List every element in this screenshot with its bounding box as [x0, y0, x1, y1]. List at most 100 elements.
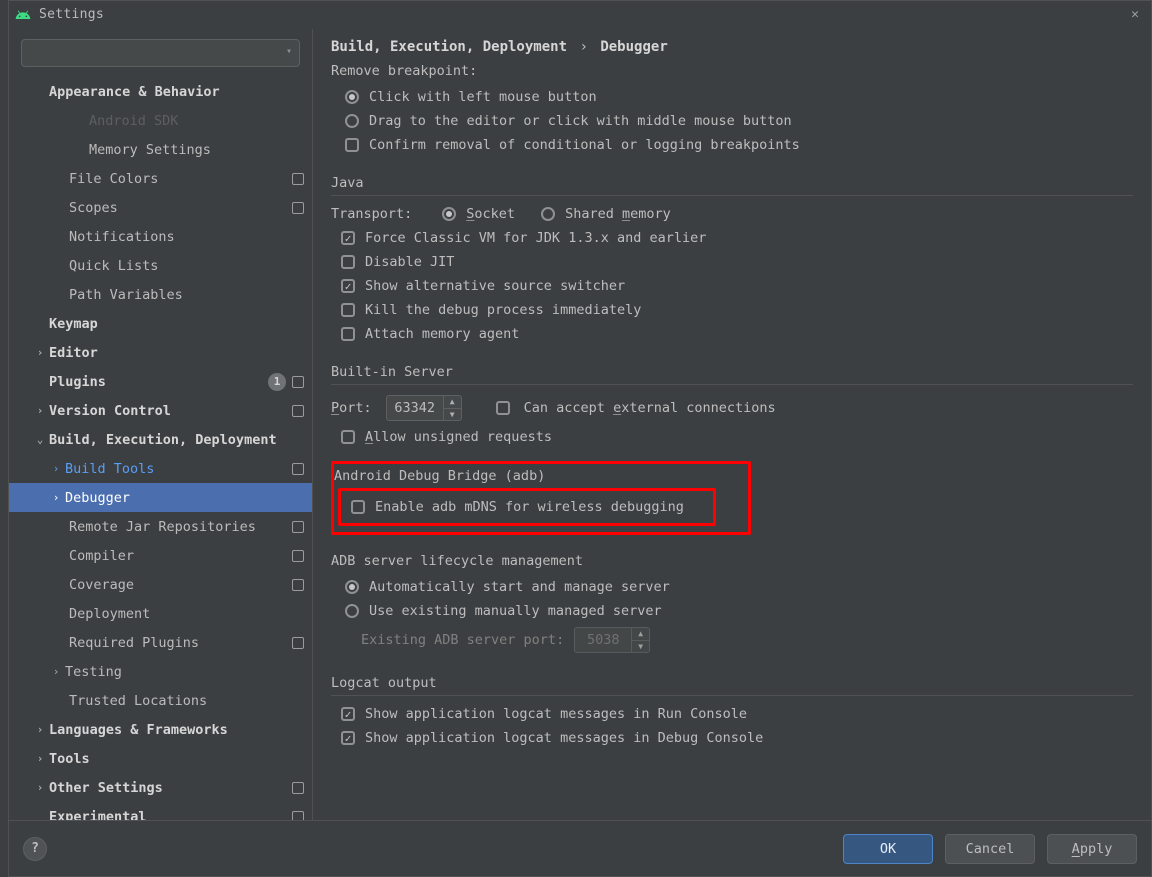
chk-external-conn[interactable] [496, 401, 510, 415]
close-icon[interactable]: ✕ [1125, 5, 1145, 24]
spin-down-icon[interactable]: ▼ [444, 409, 461, 421]
label-adb-auto: Automatically start and manage server [369, 579, 670, 595]
chk-unsigned[interactable] [341, 430, 355, 444]
sidebar-item-vcs[interactable]: ›Version Control [9, 396, 312, 425]
label-shared-memory: Shared memory [565, 206, 671, 222]
port-input[interactable]: ▲▼ [386, 395, 462, 421]
spin-down-icon: ▼ [632, 641, 649, 653]
sidebar-item-appearance[interactable]: Appearance & Behavior [9, 77, 312, 106]
radio-shared-memory[interactable] [541, 207, 555, 221]
sidebar-item-remote-jar[interactable]: Remote Jar Repositories [9, 512, 312, 541]
search-input[interactable] [21, 39, 300, 67]
sidebar-item-file-colors[interactable]: File Colors [9, 164, 312, 193]
help-button[interactable]: ? [23, 837, 47, 861]
breadcrumb-sep: › [579, 39, 587, 55]
dialog-title: Settings [39, 7, 104, 22]
chk-attach-mem[interactable] [341, 327, 355, 341]
adb-port-input: ▲▼ [574, 627, 650, 653]
project-scope-icon [292, 202, 304, 214]
project-scope-icon [292, 637, 304, 649]
label-confirm-removal: Confirm removal of conditional or loggin… [369, 137, 800, 153]
spin-up-icon[interactable]: ▲ [444, 396, 461, 409]
sidebar-item-build-tools[interactable]: ›Build Tools [9, 454, 312, 483]
dialog-footer: ? OK Cancel Apply [9, 820, 1151, 876]
sidebar-item-notifications[interactable]: Notifications [9, 222, 312, 251]
sidebar-item-keymap[interactable]: Keymap [9, 309, 312, 338]
project-scope-icon [292, 782, 304, 794]
ok-button[interactable]: OK [843, 834, 933, 864]
section-remove-breakpoint: Remove breakpoint: [331, 63, 1133, 79]
sidebar-item-other[interactable]: ›Other Settings [9, 773, 312, 802]
label-logcat-debug: Show application logcat messages in Debu… [365, 730, 763, 746]
chk-disable-jit[interactable] [341, 255, 355, 269]
radio-socket[interactable] [442, 207, 456, 221]
section-adb: Android Debug Bridge (adb) [334, 468, 742, 484]
section-adb-lifecycle: ADB server lifecycle management [331, 553, 1133, 569]
label-port: Port: [331, 400, 372, 416]
label-adb-existing: Use existing manually managed server [369, 603, 662, 619]
project-scope-icon [292, 463, 304, 475]
plugins-count-badge: 1 [268, 373, 286, 391]
sidebar-item-bed[interactable]: ⌄Build, Execution, Deployment [9, 425, 312, 454]
sidebar: Q ▾ Appearance & Behavior Android SDK Me… [9, 29, 313, 820]
chk-alt-source[interactable] [341, 279, 355, 293]
chk-confirm-removal[interactable] [345, 138, 359, 152]
chk-kill-debug[interactable] [341, 303, 355, 317]
project-scope-icon [292, 376, 304, 388]
settings-tree[interactable]: Appearance & Behavior Android SDK Memory… [9, 73, 312, 820]
sidebar-item-compiler[interactable]: Compiler [9, 541, 312, 570]
chevron-right-icon: › [33, 346, 47, 359]
chk-enable-mdns[interactable] [351, 500, 365, 514]
label-kill-debug: Kill the debug process immediately [365, 302, 641, 318]
apply-button[interactable]: Apply [1047, 834, 1137, 864]
sidebar-item-languages[interactable]: ›Languages & Frameworks [9, 715, 312, 744]
settings-content[interactable]: Remove breakpoint: Click with left mouse… [313, 59, 1151, 820]
project-scope-icon [292, 811, 304, 821]
chk-logcat-run[interactable] [341, 707, 355, 721]
sidebar-item-path-vars[interactable]: Path Variables [9, 280, 312, 309]
label-force-classic: Force Classic VM for JDK 1.3.x and earli… [365, 230, 706, 246]
sidebar-item-quick-lists[interactable]: Quick Lists [9, 251, 312, 280]
section-server: Built-in Server [331, 364, 1133, 385]
sidebar-item-deployment[interactable]: Deployment [9, 599, 312, 628]
titlebar: Settings ✕ [9, 1, 1151, 29]
sidebar-item-plugins[interactable]: Plugins1 [9, 367, 312, 396]
sidebar-item-memory[interactable]: Memory Settings [9, 135, 312, 164]
label-attach-mem: Attach memory agent [365, 326, 519, 342]
project-scope-icon [292, 550, 304, 562]
search-history-icon[interactable]: ▾ [286, 46, 292, 57]
project-scope-icon [292, 521, 304, 533]
radio-adb-auto[interactable] [345, 580, 359, 594]
sidebar-item-editor[interactable]: ›Editor [9, 338, 312, 367]
highlight-enable-mdns: Enable adb mDNS for wireless debugging [338, 488, 716, 526]
sidebar-item-experimental[interactable]: Experimental [9, 802, 312, 820]
label-transport: Transport: [331, 206, 412, 222]
chevron-right-icon: › [33, 781, 47, 794]
sidebar-item-android-sdk[interactable]: Android SDK [9, 106, 312, 135]
radio-left-click[interactable] [345, 90, 359, 104]
chevron-right-icon: › [49, 462, 63, 475]
sidebar-item-coverage[interactable]: Coverage [9, 570, 312, 599]
sidebar-item-scopes[interactable]: Scopes [9, 193, 312, 222]
cancel-button[interactable]: Cancel [945, 834, 1035, 864]
sidebar-item-testing[interactable]: ›Testing [9, 657, 312, 686]
chevron-right-icon: › [33, 752, 47, 765]
chk-logcat-debug[interactable] [341, 731, 355, 745]
sidebar-item-tools[interactable]: ›Tools [9, 744, 312, 773]
section-logcat: Logcat output [331, 675, 1133, 696]
label-drag-middle: Drag to the editor or click with middle … [369, 113, 792, 129]
label-disable-jit: Disable JIT [365, 254, 454, 270]
label-external-conn: Can accept external connections [524, 400, 776, 416]
android-icon [15, 7, 31, 23]
label-unsigned: Allow unsigned requests [365, 429, 552, 445]
sidebar-item-debugger[interactable]: ›Debugger [9, 483, 312, 512]
chevron-down-icon: ⌄ [33, 433, 47, 446]
sidebar-item-trusted[interactable]: Trusted Locations [9, 686, 312, 715]
chk-force-classic[interactable] [341, 231, 355, 245]
port-value[interactable] [387, 400, 443, 416]
sidebar-item-required-plugins[interactable]: Required Plugins [9, 628, 312, 657]
radio-adb-existing[interactable] [345, 604, 359, 618]
radio-drag-middle[interactable] [345, 114, 359, 128]
breadcrumb-root: Build, Execution, Deployment [331, 39, 567, 55]
spin-up-icon: ▲ [632, 628, 649, 641]
